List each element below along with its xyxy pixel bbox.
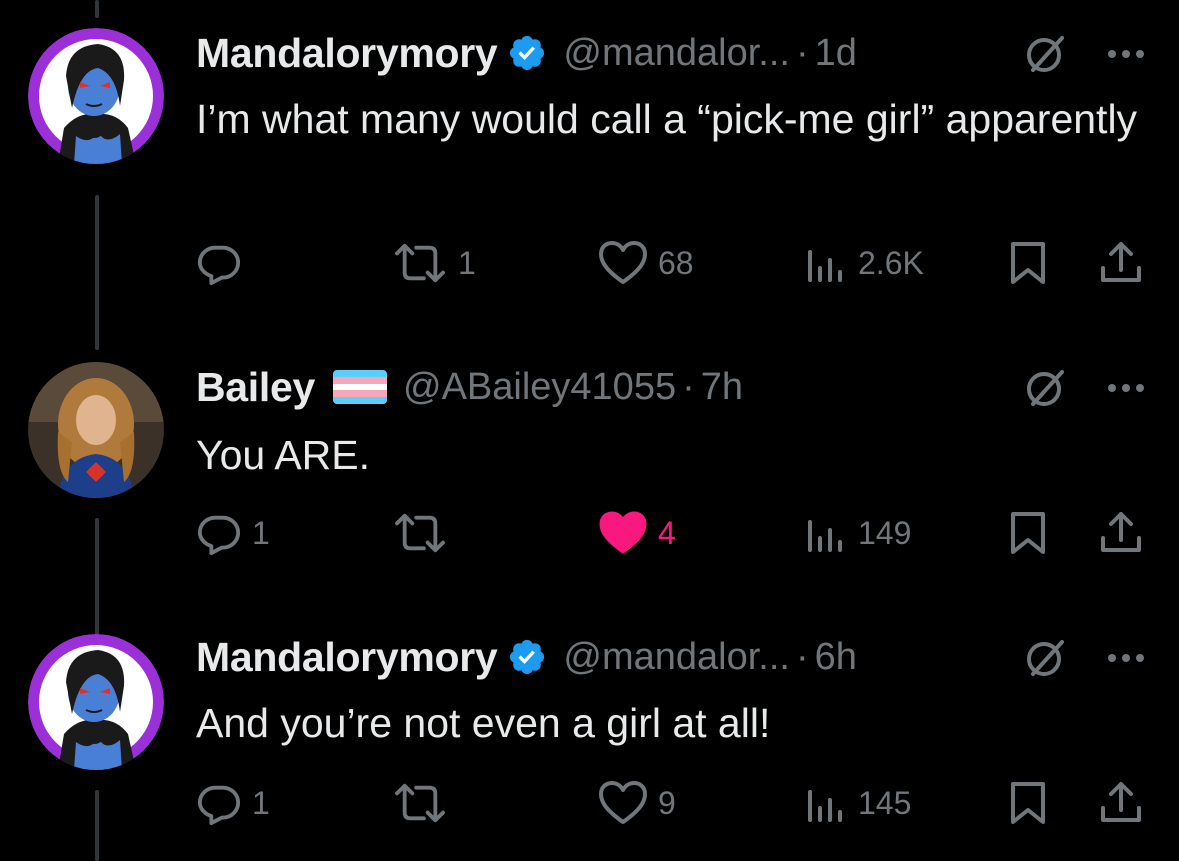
share-button[interactable]: [1098, 508, 1144, 558]
reply-button[interactable]: [196, 238, 252, 288]
separator: ·: [795, 635, 809, 678]
avatar[interactable]: [28, 634, 164, 770]
views-count: 149: [858, 514, 912, 551]
reply-icon: [197, 515, 241, 556]
tweet-3[interactable]: Mandalorymory @mandalor... · 6h And you’…: [0, 612, 1179, 861]
tweet-header: Mandalorymory @mandalor... · 1d: [196, 28, 857, 78]
reply-button[interactable]: 1: [196, 778, 270, 828]
handle[interactable]: @mandalor...: [563, 636, 790, 679]
display-name[interactable]: Bailey: [196, 364, 315, 411]
timestamp[interactable]: 7h: [701, 366, 743, 409]
grok-icon[interactable]: [1020, 632, 1070, 682]
bookmark-button[interactable]: [1008, 238, 1048, 288]
views-icon: [808, 520, 842, 552]
handle[interactable]: @ABailey41055: [403, 366, 676, 409]
avatar[interactable]: [28, 28, 164, 164]
share-button[interactable]: [1098, 238, 1144, 288]
bookmark-button[interactable]: [1008, 508, 1048, 558]
share-icon: [1101, 782, 1141, 822]
bookmark-button[interactable]: [1008, 778, 1048, 828]
views-icon: [808, 250, 842, 282]
grok-icon[interactable]: [1020, 362, 1070, 412]
bookmark-icon: [1011, 242, 1045, 284]
like-button[interactable]: 4: [598, 508, 676, 558]
views-button[interactable]: 2.6K: [804, 238, 924, 288]
reply-count: 1: [252, 514, 270, 551]
tweet-text: You ARE.: [196, 432, 371, 478]
like-button[interactable]: 9: [598, 778, 676, 828]
verified-badge-icon[interactable]: [507, 637, 547, 677]
reply-icon: [197, 785, 241, 826]
views-count: 145: [858, 784, 912, 821]
display-name[interactable]: Mandalorymory: [196, 30, 498, 77]
like-count: 4: [658, 514, 676, 551]
like-count: 68: [658, 244, 694, 281]
avatar[interactable]: [28, 362, 164, 498]
reply-count: 1: [252, 784, 270, 821]
reply-button[interactable]: 1: [196, 508, 270, 558]
like-count: 9: [658, 784, 676, 821]
share-button[interactable]: [1098, 778, 1144, 828]
share-icon: [1101, 512, 1141, 552]
photo-avatar-blonde-person: [28, 362, 164, 498]
more-icon[interactable]: [1104, 362, 1148, 412]
retweet-count: 1: [458, 244, 476, 281]
views-button[interactable]: 145: [804, 778, 911, 828]
tweet-header: Bailey @ABailey41055 · 7h: [196, 362, 743, 412]
bookmark-icon: [1011, 782, 1045, 824]
retweet-button[interactable]: 1: [392, 238, 476, 288]
retweet-button[interactable]: [392, 778, 458, 828]
retweet-icon: [395, 243, 445, 283]
handle[interactable]: @mandalor...: [563, 32, 790, 75]
retweet-icon: [395, 513, 445, 553]
separator: ·: [795, 31, 809, 74]
like-icon: [599, 781, 647, 824]
more-icon[interactable]: [1104, 28, 1148, 78]
retweet-button[interactable]: [392, 508, 458, 558]
separator: ·: [682, 365, 695, 408]
purple-ring-blue-character-avatar: [28, 634, 164, 770]
tweet-2[interactable]: Bailey @ABailey41055 · 7h You ARE. 1 4 1…: [0, 340, 1179, 610]
like-icon: [599, 241, 647, 284]
like-button[interactable]: 68: [598, 238, 694, 288]
views-icon: [808, 790, 842, 822]
display-name[interactable]: Mandalorymory: [196, 634, 498, 681]
timestamp[interactable]: 1d: [815, 32, 857, 75]
verified-badge-icon[interactable]: [507, 33, 547, 73]
transgender-flag-icon: [333, 370, 387, 404]
views-count: 2.6K: [858, 244, 924, 281]
more-icon[interactable]: [1104, 632, 1148, 682]
bookmark-icon: [1011, 512, 1045, 554]
reply-icon: [197, 245, 241, 286]
views-button[interactable]: 149: [804, 508, 911, 558]
retweet-icon: [395, 783, 445, 823]
share-icon: [1101, 242, 1141, 282]
grok-icon[interactable]: [1020, 28, 1070, 78]
tweet-header: Mandalorymory @mandalor... · 6h: [196, 632, 857, 682]
tweet-text: I’m what many would call a “pick-me girl…: [196, 96, 1138, 142]
timestamp[interactable]: 6h: [815, 636, 857, 679]
purple-ring-blue-character-avatar: [28, 28, 164, 164]
tweet-text: And you’re not even a girl at all!: [196, 700, 771, 746]
like-icon: [599, 511, 647, 554]
tweet-1[interactable]: Mandalorymory @mandalor... · 1d I’m what…: [0, 0, 1179, 330]
